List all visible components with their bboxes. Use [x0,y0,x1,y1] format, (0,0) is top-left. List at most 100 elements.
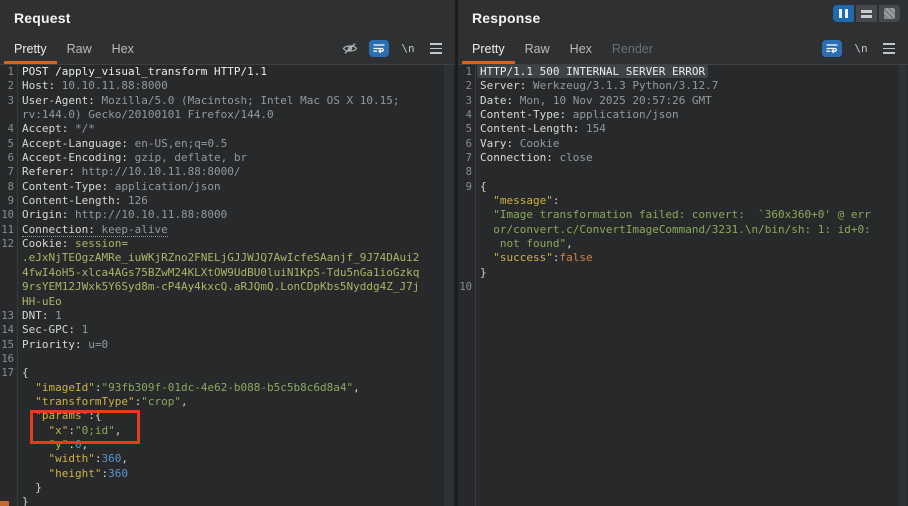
word-wrap-toggle-icon[interactable] [369,40,389,57]
code-line: "imageId":"93fb309f-01dc-4e62-b088-b5c5b… [0,381,455,395]
code-line: 9rsYEM12JWxk5Y6Syd8m-cP4Ay4kxcQ.aRJQmQ.L… [0,280,455,294]
code-line: HH-uEo [0,295,455,309]
layout-view-buttons [833,5,900,22]
layout-side-by-side-button[interactable] [833,5,854,22]
line-number: 1 [0,65,14,79]
gutter-separator [475,65,476,506]
stacked-rows-icon [861,10,872,18]
tab-pretty[interactable]: Pretty [462,39,515,64]
code-line: 17{ [0,366,455,380]
line-number: 13 [0,309,14,323]
code-line: 4Content-Type: application/json [458,108,908,122]
code-line: not found", [458,237,908,251]
word-wrap-toggle-icon[interactable] [822,40,842,57]
code-line: "x":"0;id", [0,424,455,438]
tab-pretty[interactable]: Pretty [4,39,57,64]
code-line: 5Content-Length: 154 [458,122,908,136]
gutter-separator [17,65,18,506]
line-number: 4 [0,122,14,136]
code-line: 8Content-Type: application/json [0,180,455,194]
line-number: 9 [458,180,472,194]
line-number: 7 [0,165,14,179]
code-line: 5Accept-Language: en-US,en;q=0.5 [0,137,455,151]
tab-hex[interactable]: Hex [102,39,144,64]
code-line: "width":360, [0,452,455,466]
code-line: 16 [0,352,455,366]
code-line: 3User-Agent: Mozilla/5.0 (Macintosh; Int… [0,94,455,108]
pause-icon [838,5,850,23]
line-number: 3 [0,94,14,108]
tab-hex[interactable]: Hex [560,39,602,64]
newline-toggle[interactable]: \n [399,41,417,57]
request-pane: Request PrettyRawHex \n 1POST /apply_vis… [0,0,455,506]
request-editor[interactable]: 1POST /apply_visual_transform HTTP/1.12H… [0,65,455,506]
code-line: 1POST /apply_visual_transform HTTP/1.1 [0,65,455,79]
burp-message-editor: Request PrettyRawHex \n 1POST /apply_vis… [0,0,908,506]
code-line: 9{ [458,180,908,194]
code-line: 2Server: Werkzeug/3.1.3 Python/3.12.7 [458,79,908,93]
request-tabs: PrettyRawHex [4,40,144,64]
line-number: 5 [0,137,14,151]
line-number: 12 [0,237,14,251]
request-scrollbar[interactable] [444,65,453,506]
layout-combined-button[interactable] [879,5,900,22]
line-number: 17 [0,366,14,380]
combined-view-icon [884,8,895,19]
code-line: } [0,495,455,506]
line-number: 4 [458,108,472,122]
line-number: 10 [0,208,14,222]
code-line: "params":{ [0,409,455,423]
code-line: "y":0, [0,438,455,452]
code-line: 4Accept: */* [0,122,455,136]
code-line: } [458,266,908,280]
code-line: 6Vary: Cookie [458,137,908,151]
layout-stacked-button[interactable] [856,5,877,22]
code-line: "Image transformation failed: convert: `… [458,208,908,222]
line-number: 11 [0,223,14,237]
hide-nonprintable-icon[interactable] [341,41,359,57]
line-number: 2 [0,79,14,93]
tab-render: Render [602,39,663,64]
newline-toggle[interactable]: \n [852,41,870,57]
code-line: or/convert.c/ConvertImageCommand/3231.\n… [458,223,908,237]
request-toolbar: \n [341,40,445,57]
code-line: 8 [458,165,908,179]
code-line: rv:144.0) Gecko/20100101 Firefox/144.0 [0,108,455,122]
line-number: 9 [0,194,14,208]
code-line: 7Referer: http://10.10.11.88:8000/ [0,165,455,179]
code-line: 4fwI4oH5-xlca4AGs75BZwM24KLXtOW9UdBU0lui… [0,266,455,280]
tab-raw[interactable]: Raw [57,39,102,64]
code-line: 2Host: 10.10.11.88:8000 [0,79,455,93]
code-line: 15Priority: u=0 [0,338,455,352]
code-line: 10Origin: http://10.10.11.88:8000 [0,208,455,222]
code-line: 1HTTP/1.1 500 INTERNAL SERVER ERROR [458,65,908,79]
line-number: 3 [458,94,472,108]
code-line: "success":false [458,251,908,265]
line-number: 16 [0,352,14,366]
code-line: "height":360 [0,467,455,481]
tab-raw[interactable]: Raw [515,39,560,64]
line-number: 8 [0,180,14,194]
response-title: Response [472,10,541,26]
code-line: 10 [458,280,908,294]
code-line: 13DNT: 1 [0,309,455,323]
code-line: 7Connection: close [458,151,908,165]
response-scrollbar[interactable] [898,65,907,506]
line-number: 5 [458,122,472,136]
editor-menu-icon[interactable] [880,41,898,57]
code-line: 14Sec-GPC: 1 [0,323,455,337]
code-line: 9Content-Length: 126 [0,194,455,208]
line-number: 10 [458,280,472,294]
response-viewer[interactable]: 1HTTP/1.1 500 INTERNAL SERVER ERROR2Serv… [458,65,908,506]
line-number: 6 [458,137,472,151]
response-pane: Response PrettyRawHexRender \n 1HTTP/1.1… [458,0,908,506]
line-number: 6 [0,151,14,165]
code-line: 12Cookie: session= [0,237,455,251]
code-line: 3Date: Mon, 10 Nov 2025 20:57:26 GMT [458,94,908,108]
code-line: "transformType":"crop", [0,395,455,409]
line-number: 2 [458,79,472,93]
code-line: } [0,481,455,495]
code-line: "message": [458,194,908,208]
response-toolbar: \n [822,40,898,57]
editor-menu-icon[interactable] [427,41,445,57]
